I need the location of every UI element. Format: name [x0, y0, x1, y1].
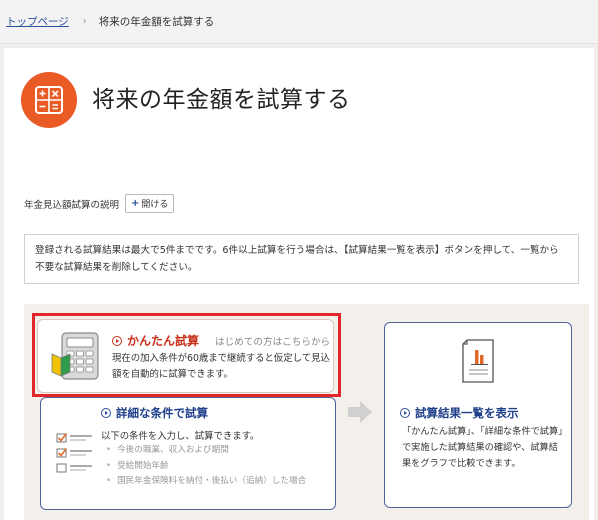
detail-estimate-title: 詳細な条件で試算 [101, 405, 208, 421]
arrow-right-icon [348, 401, 372, 423]
explain-row: 年金見込額試算の説明 + 開ける [24, 194, 175, 213]
show-results-title-text: 試算結果一覧を表示 [415, 406, 519, 420]
list-item: 受給開始年齢 [106, 459, 306, 475]
plus-icon: + [131, 198, 140, 209]
simple-estimate-title: かんたん試算 はじめての方はこちらから [112, 332, 330, 349]
notice-text: 登録される試算結果は最大で5件までです。6件以上試算を行う場合は、【試算結果一覧… [35, 245, 559, 273]
list-item: 今後の職業、収入および期間 [106, 443, 306, 459]
open-explain-label: 開ける [141, 200, 169, 210]
detail-estimate-description: 以下の条件を入力し、試算できます。 [101, 431, 260, 442]
condition-list: 今後の職業、収入および期間 受給開始年齢 国民年金保険料を納付・後払い（追納）し… [106, 443, 306, 490]
breadcrumb: トップページ › 将来の年金額を試算する [0, 0, 598, 44]
simple-estimate-subtitle: はじめての方はこちらから [215, 336, 331, 348]
page-title: 将来の年金額を試算する [92, 87, 351, 113]
list-item: 国民年金保険料を納付・後払い（追納）した場合 [106, 474, 306, 490]
play-circle-icon [101, 408, 111, 418]
simple-estimate-title-text: かんたん試算 [127, 334, 200, 348]
notice-box: 登録される試算結果は最大で5件までです。6件以上試算を行う場合は、【試算結果一覧… [24, 234, 579, 284]
play-circle-icon [400, 408, 410, 418]
open-explain-button[interactable]: + 開ける [125, 194, 175, 213]
calculator-beginner-icon [51, 332, 99, 380]
chevron-right-icon: › [82, 16, 87, 27]
show-results-title: 試算結果一覧を表示 [400, 405, 519, 421]
report-chart-icon [462, 339, 494, 383]
simple-estimate-description: 現在の加入条件が60歳まで継続すると仮定して見込額を自動的に試算できます。 [112, 353, 330, 380]
play-circle-icon [112, 335, 122, 346]
calculator-icon [21, 72, 77, 128]
checklist-icon [56, 433, 92, 473]
detail-estimate-title-text: 詳細な条件で試算 [116, 406, 208, 420]
explain-label: 年金見込額試算の説明 [24, 199, 120, 211]
show-results-description: 「かんたん試算」、「詳細な条件で試算」で実施した試算結果の確認や、試算結果をグラ… [402, 426, 563, 469]
breadcrumb-home-link[interactable]: トップページ [6, 14, 69, 29]
breadcrumb-current: 将来の年金額を試算する [98, 16, 215, 28]
